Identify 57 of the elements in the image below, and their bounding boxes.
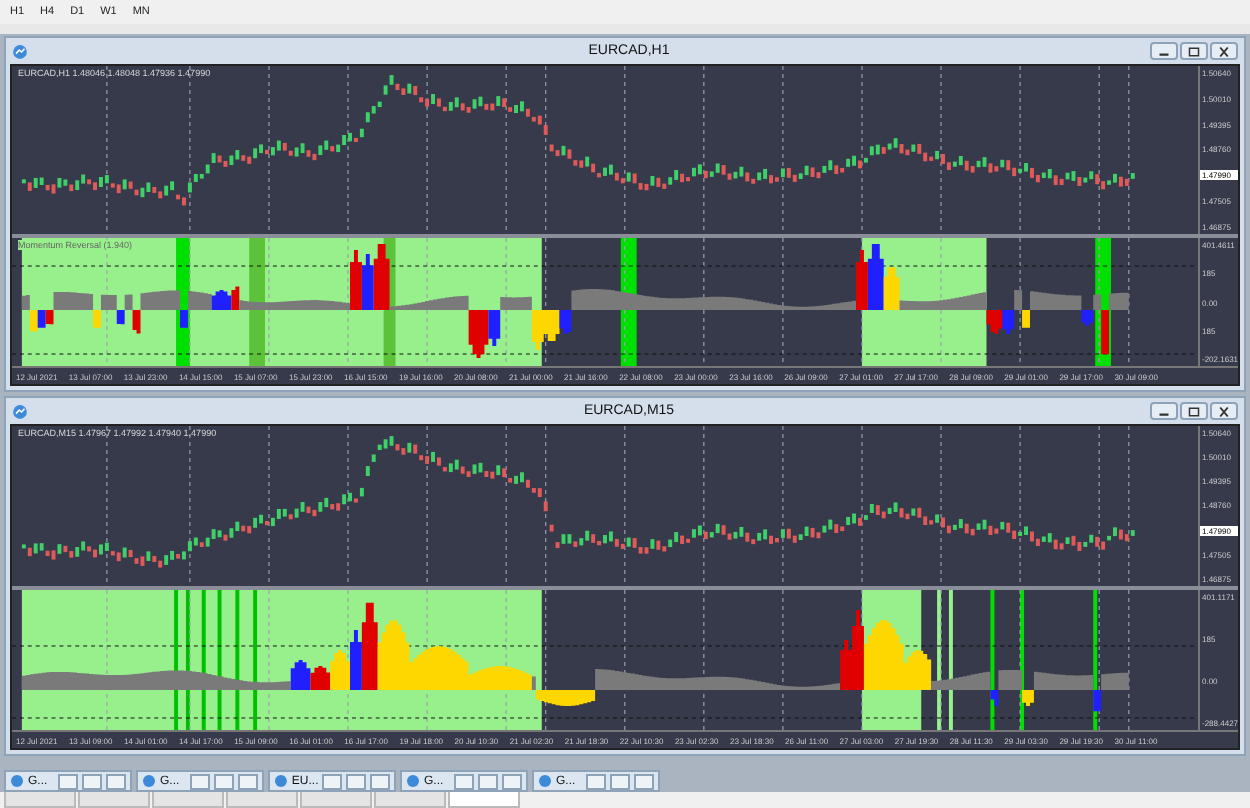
restore-icon [1186, 45, 1202, 57]
minimize-button[interactable] [1150, 42, 1178, 60]
grid-line [545, 238, 547, 366]
grid-line [545, 590, 547, 730]
minimize-button[interactable] [1150, 402, 1178, 420]
restore-button[interactable] [1180, 42, 1208, 60]
signal-zone [937, 590, 942, 730]
grid-line [940, 238, 942, 366]
grid-line [703, 238, 705, 366]
grid-line [782, 590, 784, 730]
grid-line [782, 238, 784, 366]
chart-tab[interactable] [226, 792, 298, 808]
close-button[interactable] [1210, 402, 1238, 420]
signal-zone [990, 590, 995, 730]
grid-line [1019, 238, 1021, 366]
grid-line [1128, 238, 1130, 366]
grid-line [505, 590, 507, 730]
grid-line [1098, 238, 1100, 366]
grid-line [106, 590, 108, 730]
chart-window-icon [10, 774, 24, 788]
close-icon [1216, 45, 1232, 57]
grid-line [347, 590, 349, 730]
chart-window-icon [538, 774, 552, 788]
grid-line [624, 238, 626, 366]
grid-line [106, 238, 108, 366]
chart-tab[interactable] [374, 792, 446, 808]
grid-line [505, 238, 507, 366]
close-button[interactable] [1210, 42, 1238, 60]
chart-window-icon [274, 774, 288, 788]
chart-window-icon [406, 774, 420, 788]
close-icon [1216, 405, 1232, 417]
window-control-button[interactable] [322, 773, 343, 789]
grid-line [426, 238, 428, 366]
chart-tab[interactable] [78, 792, 150, 808]
restore-button[interactable] [1180, 402, 1208, 420]
chart-window-icon [12, 43, 28, 59]
chart-tab[interactable] [448, 792, 520, 808]
grid-line [624, 590, 626, 730]
chart-window-icon [12, 403, 28, 419]
grid-line [703, 590, 705, 730]
grid-line [1128, 590, 1130, 730]
grid-line [268, 238, 270, 366]
grid-line [189, 238, 191, 366]
grid-line [1019, 590, 1021, 730]
grid-line [189, 590, 191, 730]
grid-line [347, 238, 349, 366]
grid-line [940, 590, 942, 730]
chart-tab[interactable] [300, 792, 372, 808]
signal-zone [948, 590, 953, 730]
chart-tab[interactable] [4, 792, 76, 808]
grid-line [1098, 590, 1100, 730]
window-control-button[interactable] [370, 773, 390, 789]
grid-line [268, 590, 270, 730]
restore-icon [1186, 405, 1202, 417]
window-control-button[interactable] [346, 773, 367, 789]
chart-tab[interactable] [152, 792, 224, 808]
chart-window-icon [142, 774, 156, 788]
